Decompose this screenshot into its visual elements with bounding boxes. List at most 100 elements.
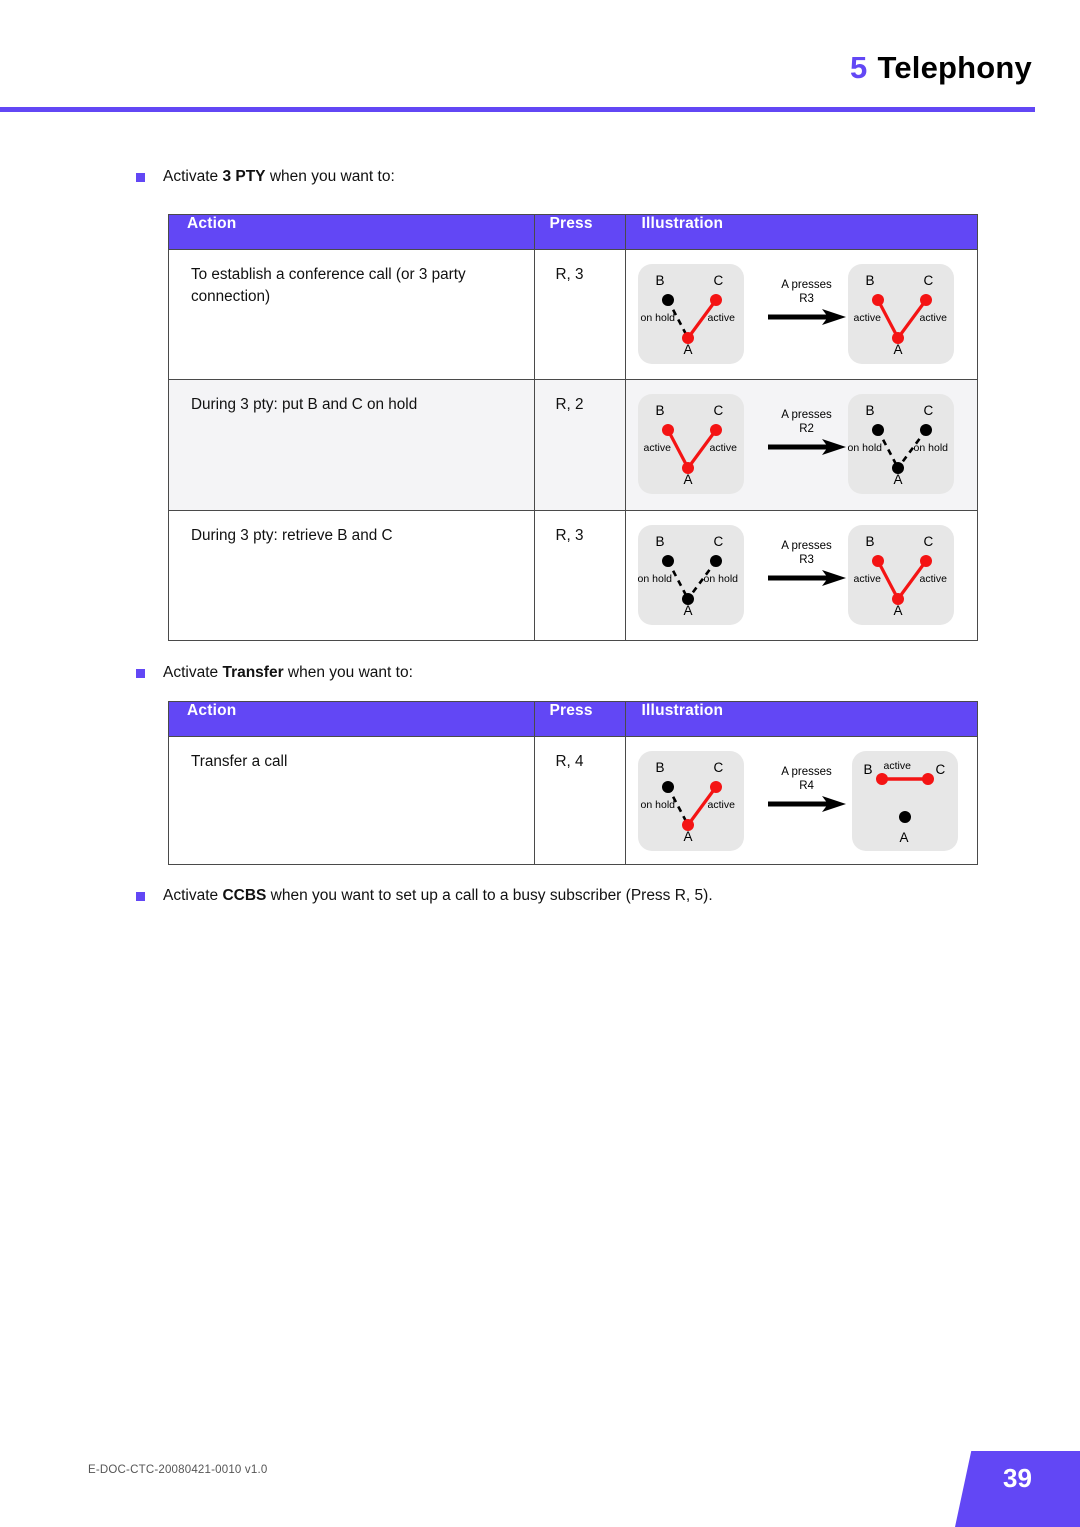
transition-arrow: A presses R3: [766, 539, 848, 587]
node-label-A: A: [893, 342, 903, 357]
page-number-badge: 39: [955, 1451, 1080, 1527]
column-header-press: Press: [534, 214, 626, 250]
node-B: [871, 424, 884, 436]
action-cell: To establish a conference call (or 3 par…: [167, 249, 536, 380]
transition-pre: A presses: [781, 766, 832, 778]
bullet-activate-transfer-text: Activate Transfer when you want to:: [163, 663, 413, 683]
node-B: [661, 781, 674, 793]
bullet-transfer-bold: Transfer: [222, 664, 284, 681]
edge-label-left: active: [853, 573, 881, 585]
node-label-C: C: [923, 273, 934, 288]
pty-table-header-row: Action Press Illustration: [167, 214, 979, 250]
edge-label-right: active: [709, 442, 737, 454]
diagram-before: B C A active active: [637, 394, 744, 494]
bullet-activate-ccbs-text: Activate CCBS when you want to set up a …: [163, 886, 713, 906]
bullet-square-icon: [136, 892, 145, 901]
bullet-pty-post: when you want to:: [265, 168, 395, 185]
bullet-transfer-pre: Activate: [163, 664, 223, 681]
column-header-illustration: Illustration: [624, 214, 979, 250]
node-B: [871, 294, 884, 306]
press-cell: R, 3: [534, 249, 626, 380]
bullet-activate-ccbs: Activate CCBS when you want to set up a …: [136, 886, 713, 906]
illustration-cell: B C A on hold active A presses R4 B C A …: [624, 736, 979, 865]
bullet-ccbs-post: when you want to set up a call to a busy…: [266, 887, 713, 904]
node-C: [919, 424, 932, 436]
node-label-C: C: [935, 762, 946, 777]
node-label-A: A: [899, 830, 909, 845]
edge-label-left: on hold: [640, 312, 675, 324]
node-C: [921, 773, 934, 785]
bullet-activate-transfer: Activate Transfer when you want to:: [136, 663, 413, 683]
page-header: 5 Telephony: [850, 50, 1032, 86]
node-label-A: A: [893, 603, 903, 618]
diagram-before: B C A on hold active: [637, 264, 744, 364]
node-label-A: A: [683, 829, 693, 844]
transition-key: R3: [799, 554, 814, 566]
node-A: [681, 332, 694, 344]
node-label-A: A: [683, 472, 693, 487]
node-B: [661, 555, 674, 567]
node-label-B: B: [655, 273, 665, 288]
transition-key: R3: [799, 293, 814, 305]
bullet-pty-bold: 3 PTY: [222, 168, 266, 185]
edge-label-right: active: [919, 312, 947, 324]
transition-pre: A presses: [781, 409, 832, 421]
edge-label-right: on hold: [913, 442, 948, 454]
transfer-table-header-row: Action Press Illustration: [167, 701, 979, 737]
edge-label-right: active: [919, 573, 947, 585]
edge-label-right: active: [707, 799, 735, 811]
node-label-B: B: [655, 534, 665, 549]
transition-key: R4: [799, 780, 814, 792]
node-C: [919, 294, 932, 306]
transition-arrow: A presses R4: [766, 765, 848, 813]
bullet-square-icon: [136, 669, 145, 678]
node-A: [681, 462, 694, 474]
action-cell: During 3 pty: retrieve B and C: [167, 510, 536, 641]
arrow-right-icon: [767, 439, 846, 455]
node-C: [709, 781, 722, 793]
node-label-B: B: [865, 403, 875, 418]
transition-pre: A presses: [781, 540, 832, 552]
node-A: [891, 462, 904, 474]
table-row: During 3 pty: put B and C on hold R, 2 B…: [167, 379, 979, 511]
arrow-right-icon: [767, 796, 846, 812]
node-label-A: A: [683, 342, 693, 357]
node-label-C: C: [923, 534, 934, 549]
press-cell: R, 2: [534, 379, 626, 511]
edge-label-top: active: [883, 760, 911, 772]
edge-label-right: on hold: [703, 573, 738, 585]
edge-label-left: on hold: [637, 573, 672, 585]
table-row: To establish a conference call (or 3 par…: [167, 249, 979, 380]
press-cell: R, 4: [534, 736, 626, 865]
footer-document-id: E-DOC-CTC-20080421-0010 v1.0: [88, 1464, 268, 1476]
node-A: [898, 811, 911, 823]
transfer-table: Action Press Illustration Transfer a cal…: [167, 701, 979, 865]
node-label-C: C: [713, 534, 724, 549]
node-label-B: B: [655, 760, 665, 775]
action-cell: During 3 pty: put B and C on hold: [167, 379, 536, 511]
node-B: [661, 294, 674, 306]
node-A: [681, 819, 694, 831]
node-label-B: B: [655, 403, 665, 418]
transition-pre: A presses: [781, 279, 832, 291]
node-C: [919, 555, 932, 567]
table-row: During 3 pty: retrieve B and C R, 3 B C …: [167, 510, 979, 641]
node-C: [709, 555, 722, 567]
edge-label-left: active: [643, 442, 671, 454]
node-label-C: C: [713, 760, 724, 775]
edge-label-left: on hold: [640, 799, 675, 811]
illustration-cell: B C A on hold on hold A presses R3 B C A…: [624, 510, 979, 641]
node-label-C: C: [713, 403, 724, 418]
column-header-action: Action: [167, 214, 536, 250]
column-header-illustration: Illustration: [624, 701, 979, 737]
diagram-after: B C A active: [851, 751, 958, 851]
node-label-B: B: [865, 273, 875, 288]
column-header-action: Action: [167, 701, 536, 737]
bullet-activate-3pty: Activate 3 PTY when you want to:: [136, 167, 395, 187]
node-B: [661, 424, 674, 436]
transition-arrow: A presses R2: [766, 408, 848, 456]
node-A: [891, 332, 904, 344]
pty-table: Action Press Illustration To establish a…: [167, 214, 979, 641]
diagram-after: B C A active active: [847, 525, 954, 625]
transition-key: R2: [799, 423, 814, 435]
